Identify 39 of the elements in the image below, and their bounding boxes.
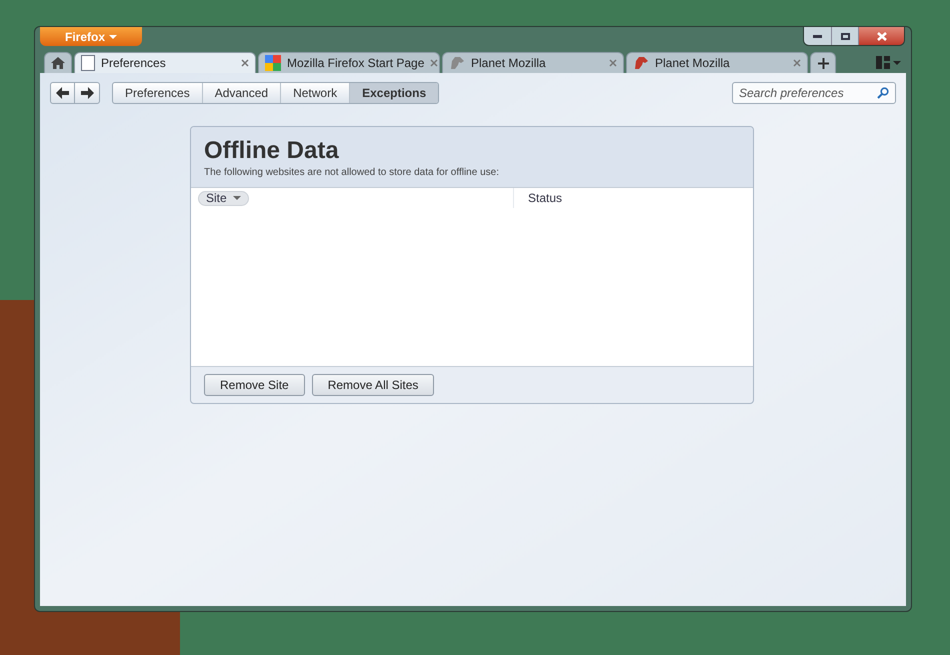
- remove-button[interactable]: Remove Site: [204, 374, 305, 396]
- back-arrow-icon: [56, 87, 69, 99]
- tab-title: Planet Mozilla: [655, 55, 731, 72]
- grid-icon: [876, 56, 890, 69]
- forward-arrow-icon: [80, 87, 94, 99]
- remove-button[interactable]: Remove All Sites: [312, 374, 434, 396]
- minimize-button[interactable]: [804, 27, 831, 45]
- caret-icon: [109, 34, 117, 38]
- column-header[interactable]: Status: [521, 190, 570, 206]
- maximize-button[interactable]: [831, 27, 858, 45]
- breadcrumb-item[interactable]: Preferences: [113, 83, 202, 103]
- new-tab-button[interactable]: [810, 52, 836, 73]
- plus-icon: [818, 58, 828, 68]
- page-icon: [81, 55, 95, 71]
- close-button[interactable]: [858, 27, 904, 45]
- tab-title: Planet Mozilla: [471, 55, 547, 72]
- close-icon[interactable]: [609, 59, 617, 67]
- browser-tab[interactable]: Planet Mozilla: [626, 52, 808, 73]
- tab-title: Preferences: [101, 55, 167, 72]
- caret-icon: [893, 60, 901, 64]
- close-icon[interactable]: [241, 59, 249, 67]
- search-field[interactable]: Search preferences: [732, 82, 896, 104]
- breadcrumb-item[interactable]: Advanced: [202, 83, 280, 103]
- panel-title: Offline Data: [204, 137, 340, 165]
- home-icon: [51, 57, 65, 69]
- browser-tab[interactable]: Planet Mozilla: [442, 52, 624, 73]
- browser-tab[interactable]: Mozilla Firefox Start Page: [258, 52, 440, 73]
- search-icon: [877, 87, 889, 99]
- close-icon[interactable]: [430, 59, 438, 67]
- browser-tab[interactable]: Preferences: [74, 52, 256, 73]
- column-header[interactable]: Site: [198, 190, 249, 206]
- home-tab[interactable]: [44, 52, 72, 73]
- close-icon[interactable]: [793, 59, 801, 67]
- breadcrumb-item[interactable]: Exceptions: [349, 83, 438, 103]
- panel-description: The following websites are not allowed to store data for offline use:: [204, 166, 500, 180]
- close-icon: [876, 32, 886, 40]
- tab-title: Mozilla Firefox Start Page: [287, 55, 424, 72]
- colored-squares-icon: [265, 55, 281, 71]
- sort-caret-icon: [232, 196, 241, 200]
